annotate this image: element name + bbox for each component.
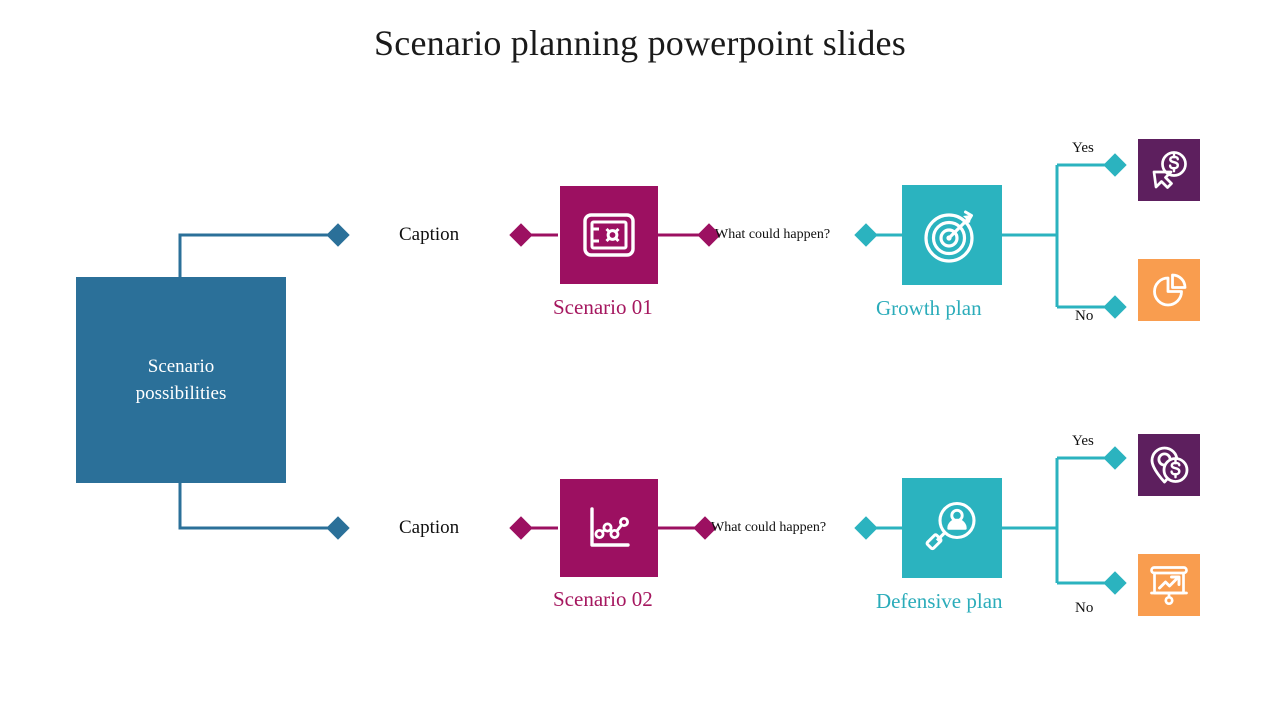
growth-plan-icon-box[interactable] (902, 185, 1002, 285)
page-title: Scenario planning powerpoint slides (374, 23, 906, 63)
question-label-row-2: What could happen? (711, 520, 827, 535)
branch-label-no-row-1: No (1075, 308, 1094, 324)
scenario-01-icon-box[interactable] (560, 186, 658, 284)
magnifier-person-icon (925, 501, 976, 551)
presentation-growth-icon (1150, 566, 1188, 606)
scenario-01-label: Scenario 01 (553, 295, 653, 319)
scenario-02-icon-box[interactable] (560, 479, 658, 577)
safe-vault-icon (583, 213, 635, 257)
growth-plan-label: Growth plan (876, 296, 982, 320)
branch-label-yes-row-2: Yes (1072, 433, 1094, 449)
caption-label-row-1: Caption (399, 224, 460, 245)
dollar-coin-click-icon (1152, 151, 1187, 189)
branch-label-yes-row-1: Yes (1072, 140, 1094, 156)
defensive-plan-icon-box[interactable] (902, 478, 1002, 578)
question-label-row-1: What could happen? (715, 227, 831, 242)
caption-label-row-2: Caption (399, 517, 460, 538)
location-pin-dollar-icon (1150, 446, 1189, 484)
scenario-possibilities-box[interactable]: Scenario possibilities (76, 277, 286, 483)
scenario-02-label: Scenario 02 (553, 587, 653, 611)
result-box-row-1-no[interactable] (1138, 259, 1200, 321)
branch-label-no-row-2: No (1075, 600, 1094, 616)
root-line-2: possibilities (135, 383, 227, 404)
result-box-row-1-yes[interactable] (1138, 139, 1200, 201)
result-box-row-2-no[interactable] (1138, 554, 1200, 616)
target-arrow-icon (924, 210, 974, 263)
defensive-plan-label: Defensive plan (876, 589, 1003, 613)
pie-chart-icon (1153, 273, 1187, 307)
result-box-row-2-yes[interactable] (1138, 434, 1200, 496)
line-chart-icon (590, 507, 630, 547)
slide-canvas: Scenario planning powerpoint slides Scen… (0, 0, 1280, 720)
root-line-1: Scenario (147, 356, 215, 377)
